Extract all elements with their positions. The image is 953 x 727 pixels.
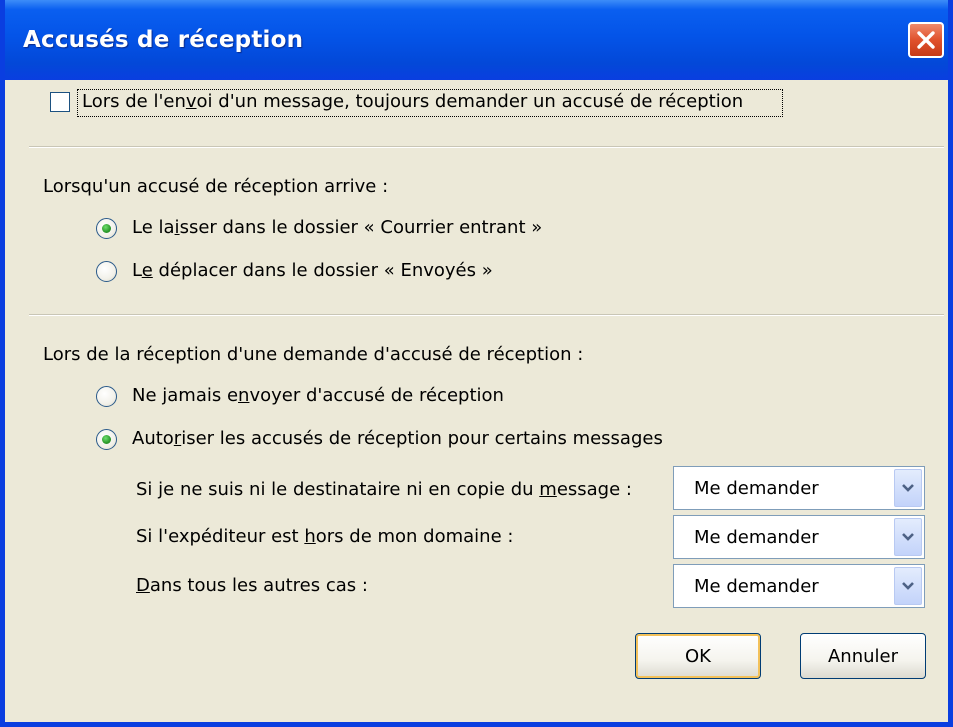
select-value: Me demander bbox=[694, 576, 819, 597]
radio-allow-some[interactable] bbox=[96, 429, 117, 450]
dropdown-button[interactable] bbox=[894, 567, 922, 605]
cancel-button[interactable]: Annuler bbox=[800, 633, 926, 679]
on-request-heading: Lors de la réception d'une demande d'acc… bbox=[43, 344, 584, 365]
chevron-down-icon bbox=[902, 582, 914, 590]
access-key: h bbox=[304, 526, 316, 547]
radio-move-to-sent-label[interactable]: Le déplacer dans le dossier « Envoyés » bbox=[132, 260, 493, 281]
label-part: Auto bbox=[132, 428, 174, 449]
window-title: Accusés de réception bbox=[23, 27, 304, 53]
separator bbox=[29, 146, 944, 148]
radio-move-to-sent[interactable] bbox=[96, 261, 117, 282]
select-value: Me demander bbox=[694, 527, 819, 548]
rule-outside-domain-label: Si l'expéditeur est hors de mon domaine … bbox=[136, 526, 513, 547]
rule-other-cases-select[interactable]: Me demander bbox=[673, 564, 925, 608]
dropdown-button[interactable] bbox=[894, 469, 922, 507]
rule-not-recipient-label: Si je ne suis ni le destinataire ni en c… bbox=[136, 479, 632, 500]
label-part: oi d'un message, toujours demander un ac… bbox=[196, 91, 744, 112]
label-part: Ne jamais e bbox=[132, 385, 239, 406]
close-button[interactable] bbox=[908, 22, 944, 58]
always-request-label[interactable]: Lors de l'envoi d'un message, toujours d… bbox=[82, 91, 743, 112]
chevron-down-icon bbox=[902, 484, 914, 492]
radio-leave-in-inbox[interactable] bbox=[96, 218, 117, 239]
label-part: Si l'expéditeur est bbox=[136, 526, 305, 547]
dialog-window: Accusés de réception Lors de l'envoi d'u… bbox=[0, 0, 953, 727]
dropdown-button[interactable] bbox=[894, 518, 922, 556]
label-part: Si je ne suis ni le destinataire ni en c… bbox=[136, 479, 540, 500]
label-part: L bbox=[132, 260, 142, 281]
radio-leave-in-inbox-label[interactable]: Le laisser dans le dossier « Courrier en… bbox=[132, 217, 542, 238]
label-part: essage : bbox=[556, 479, 632, 500]
label-part: Lors de l'en bbox=[82, 91, 186, 112]
radio-never-send[interactable] bbox=[96, 386, 117, 407]
select-value: Me demander bbox=[694, 478, 819, 499]
access-key: v bbox=[185, 91, 197, 112]
access-key: n bbox=[238, 385, 250, 406]
label-part: sser dans le dossier « Courrier entrant … bbox=[179, 217, 543, 238]
radio-never-send-label[interactable]: Ne jamais envoyer d'accusé de réception bbox=[132, 385, 504, 406]
rule-outside-domain-select[interactable]: Me demander bbox=[673, 515, 925, 559]
label-part: ans tous les autres cas : bbox=[149, 575, 368, 596]
access-key: D bbox=[136, 575, 150, 596]
label-part: déplacer dans le dossier « Envoyés » bbox=[152, 260, 493, 281]
separator bbox=[29, 314, 944, 316]
close-icon bbox=[917, 31, 935, 49]
chevron-down-icon bbox=[902, 533, 914, 541]
rule-other-cases-label: Dans tous les autres cas : bbox=[136, 575, 368, 596]
label-part: iser les accusés de réception pour certa… bbox=[181, 428, 663, 449]
access-key: e bbox=[141, 260, 153, 281]
always-request-checkbox[interactable] bbox=[50, 92, 70, 112]
on-arrival-heading: Lorsqu'un accusé de réception arrive : bbox=[43, 176, 389, 197]
ok-button[interactable]: OK bbox=[635, 633, 761, 679]
label-part: voyer d'accusé de réception bbox=[249, 385, 504, 406]
rule-not-recipient-select[interactable]: Me demander bbox=[673, 466, 925, 510]
label-part: Le la bbox=[132, 217, 175, 238]
radio-allow-some-label[interactable]: Autoriser les accusés de réception pour … bbox=[132, 428, 663, 449]
title-bar[interactable]: Accusés de réception bbox=[5, 0, 948, 80]
dialog-body: Lors de l'envoi d'un message, toujours d… bbox=[5, 80, 948, 722]
access-key: m bbox=[539, 479, 557, 500]
label-part: ors de mon domaine : bbox=[315, 526, 514, 547]
